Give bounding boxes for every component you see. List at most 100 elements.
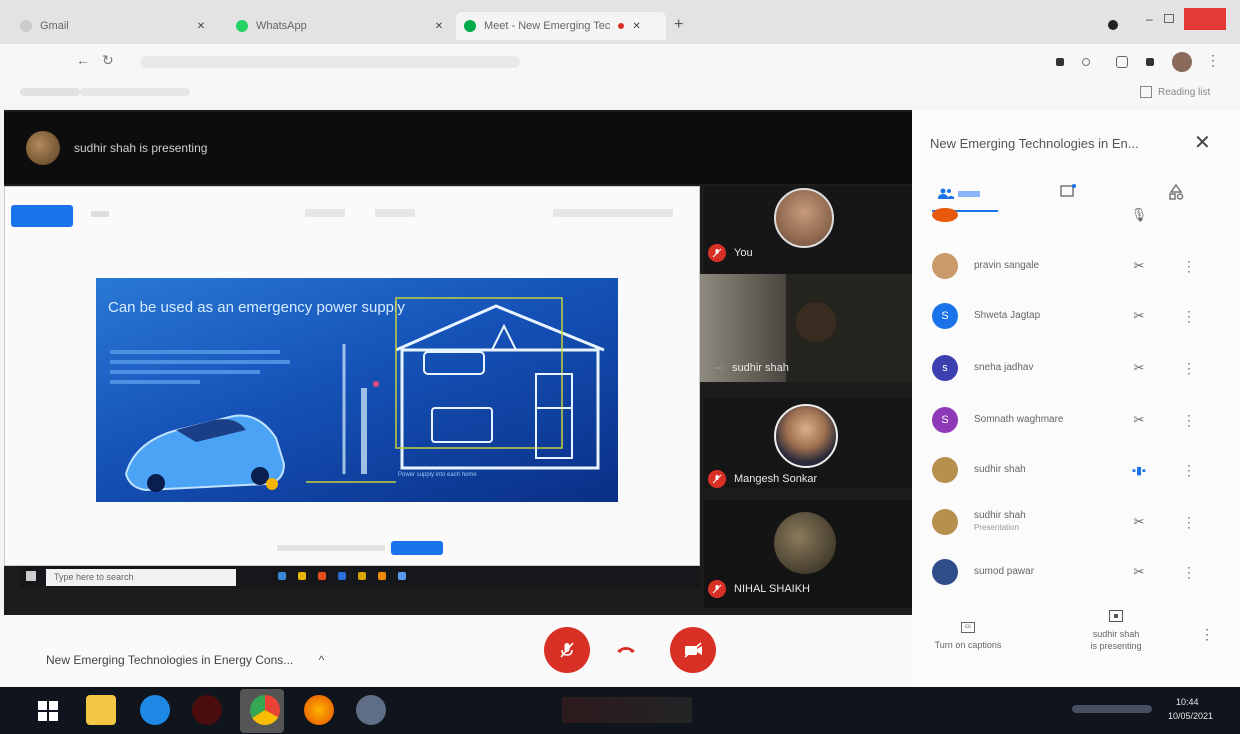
close-tab-icon[interactable]: ✕ bbox=[435, 21, 443, 32]
more-options-icon[interactable]: ⋮ bbox=[1182, 412, 1196, 429]
people-panel: New Emerging Technologies in En... ✕ 🎙 p… bbox=[912, 110, 1240, 687]
extension-icon[interactable] bbox=[1082, 58, 1090, 66]
list-item[interactable]: S Somnath waghmare ✂ ⋮ bbox=[932, 400, 1222, 440]
presentation-slide: Can be used as an emergency power supply… bbox=[96, 278, 618, 502]
windows-taskbar: 10:44 10/05/2021 bbox=[0, 687, 1240, 734]
avatar[interactable] bbox=[1172, 52, 1192, 72]
tab-chat[interactable] bbox=[1060, 184, 1076, 203]
presenting-label-2: is presenting bbox=[1090, 641, 1142, 651]
reload-icon[interactable]: ↻ bbox=[102, 52, 114, 69]
mic-off-icon bbox=[708, 580, 726, 598]
file-explorer-icon[interactable] bbox=[86, 695, 116, 725]
list-item[interactable]: pravin sangale ✂ ⋮ bbox=[932, 246, 1222, 286]
participant-name: sumod pawar bbox=[974, 566, 1035, 577]
bookmark-item[interactable] bbox=[80, 88, 190, 96]
close-window-button[interactable] bbox=[1184, 8, 1226, 30]
url-field[interactable] bbox=[140, 56, 520, 68]
mic-off-icon[interactable]: ✂ bbox=[1124, 360, 1154, 376]
back-icon[interactable]: ← bbox=[76, 52, 90, 68]
more-options-icon[interactable]: ⋮ bbox=[1182, 462, 1196, 479]
more-options-icon[interactable]: ⋮ bbox=[1182, 258, 1196, 275]
chrome-icon[interactable] bbox=[250, 695, 280, 725]
reading-list-label[interactable]: Reading list bbox=[1158, 87, 1210, 98]
avatar bbox=[774, 188, 834, 248]
participant-tile-sudhir[interactable]: ⋯ sudhir shah bbox=[700, 274, 912, 382]
opera-icon[interactable] bbox=[192, 695, 222, 725]
tab-activities[interactable] bbox=[1168, 183, 1184, 203]
mic-off-icon[interactable]: ✂ bbox=[1124, 564, 1154, 580]
list-item[interactable]: s sneha jadhav ✂ ⋮ bbox=[932, 348, 1222, 388]
mic-off-icon bbox=[560, 642, 574, 658]
browser-tab-bar: Gmail ✕ WhatsApp ✕ Meet - New Emerging T… bbox=[0, 0, 1240, 44]
profile-dot-icon[interactable] bbox=[1108, 20, 1118, 30]
participant-tile-mangesh[interactable]: Mangesh Sonkar bbox=[704, 398, 912, 488]
edge-icon[interactable] bbox=[140, 695, 170, 725]
taskbar-app-icon bbox=[378, 572, 386, 580]
minimize-icon[interactable]: – bbox=[1146, 12, 1153, 26]
captions-button[interactable]: cc Turn on captions bbox=[928, 622, 1008, 651]
list-item[interactable]: S Shweta Jagtap ✂ ⋮ bbox=[932, 296, 1222, 336]
new-tab-button[interactable]: + bbox=[674, 16, 683, 34]
more-options-icon[interactable]: ⋮ bbox=[1200, 626, 1214, 643]
slide-caption: Power supply into each home bbox=[398, 472, 477, 478]
avatar: S bbox=[932, 303, 958, 329]
list-item[interactable]: sumod pawar ✂ ⋮ bbox=[932, 552, 1222, 592]
maximize-icon[interactable] bbox=[1164, 14, 1174, 23]
more-options-icon[interactable]: ⋮ bbox=[1182, 564, 1196, 581]
whatsapp-icon bbox=[236, 20, 248, 32]
more-options-icon[interactable]: ⋮ bbox=[1182, 308, 1196, 325]
more-options-icon[interactable]: ⋮ bbox=[1182, 360, 1196, 377]
participant-sub: Presentation bbox=[974, 523, 1019, 532]
avatar: s bbox=[932, 355, 958, 381]
avatar bbox=[932, 559, 958, 585]
meet-icon bbox=[464, 20, 476, 32]
extension-icon[interactable] bbox=[1116, 56, 1128, 68]
mic-off-icon[interactable]: ✂ bbox=[1124, 258, 1154, 274]
tab-whatsapp[interactable]: WhatsApp ✕ bbox=[236, 12, 446, 40]
taskbar-app-icon bbox=[358, 572, 366, 580]
clock-date[interactable]: 10/05/2021 bbox=[1168, 711, 1213, 721]
presenting-banner: sudhir shah is presenting bbox=[4, 112, 912, 184]
list-item[interactable]: sudhir shah Presentation ✂ ⋮ bbox=[932, 502, 1222, 542]
mic-off-icon[interactable]: ✂ bbox=[1124, 308, 1154, 324]
bookmark-apps[interactable] bbox=[20, 88, 80, 96]
chat-icon bbox=[1060, 184, 1076, 197]
meeting-details-toggle[interactable]: New Emerging Technologies in Energy Cons… bbox=[46, 653, 324, 667]
tab-meet[interactable]: Meet - New Emerging Tec ✕ bbox=[456, 12, 666, 40]
close-tab-icon[interactable]: ✕ bbox=[632, 21, 640, 32]
windows-start-icon[interactable] bbox=[38, 701, 58, 721]
presenting-button[interactable]: sudhir shah is presenting bbox=[1068, 610, 1164, 652]
more-options-icon[interactable]: ⋮ bbox=[1182, 514, 1196, 531]
mic-toggle-button[interactable] bbox=[544, 627, 590, 673]
reading-list-icon[interactable] bbox=[1140, 86, 1152, 98]
participant-name: Somnath waghmare bbox=[974, 414, 1064, 425]
tab-people[interactable] bbox=[938, 188, 980, 200]
firefox-icon[interactable] bbox=[304, 695, 334, 725]
system-tray-icons[interactable] bbox=[1072, 705, 1152, 713]
close-tab-icon[interactable]: ✕ bbox=[197, 21, 205, 32]
extension-icon[interactable] bbox=[1056, 58, 1064, 66]
shared-app-toolbar bbox=[375, 209, 415, 217]
camera-off-icon bbox=[684, 642, 702, 658]
close-icon[interactable]: ✕ bbox=[1194, 130, 1211, 155]
participant-tile-you[interactable]: You bbox=[704, 186, 912, 274]
camera-toggle-button[interactable] bbox=[670, 627, 716, 673]
extensions-puzzle-icon[interactable] bbox=[1146, 58, 1154, 66]
mic-off-icon bbox=[708, 470, 726, 488]
clock-time[interactable]: 10:44 bbox=[1176, 697, 1199, 707]
leave-call-button[interactable] bbox=[612, 639, 640, 659]
list-item[interactable]: 🎙 bbox=[932, 206, 1222, 236]
mic-off-icon[interactable]: ✂ bbox=[1124, 412, 1154, 428]
windows-start-icon bbox=[26, 571, 36, 581]
mic-off-icon[interactable]: 🎙 bbox=[1124, 207, 1154, 223]
mic-off-icon[interactable]: ✂ bbox=[1124, 514, 1154, 530]
browser-menu-icon[interactable]: ⋮ bbox=[1206, 52, 1220, 69]
tab-gmail[interactable]: Gmail ✕ bbox=[20, 12, 220, 40]
taskbar-app-icon bbox=[338, 572, 346, 580]
participant-tile-nihal[interactable]: NIHAL SHAIKH bbox=[704, 500, 912, 608]
avatar bbox=[774, 512, 836, 574]
people-icon bbox=[938, 188, 954, 199]
app-icon[interactable] bbox=[356, 695, 386, 725]
shared-app-button bbox=[11, 205, 73, 227]
list-item[interactable]: sudhir shah ▪▮▪ ⋮ bbox=[932, 450, 1222, 490]
